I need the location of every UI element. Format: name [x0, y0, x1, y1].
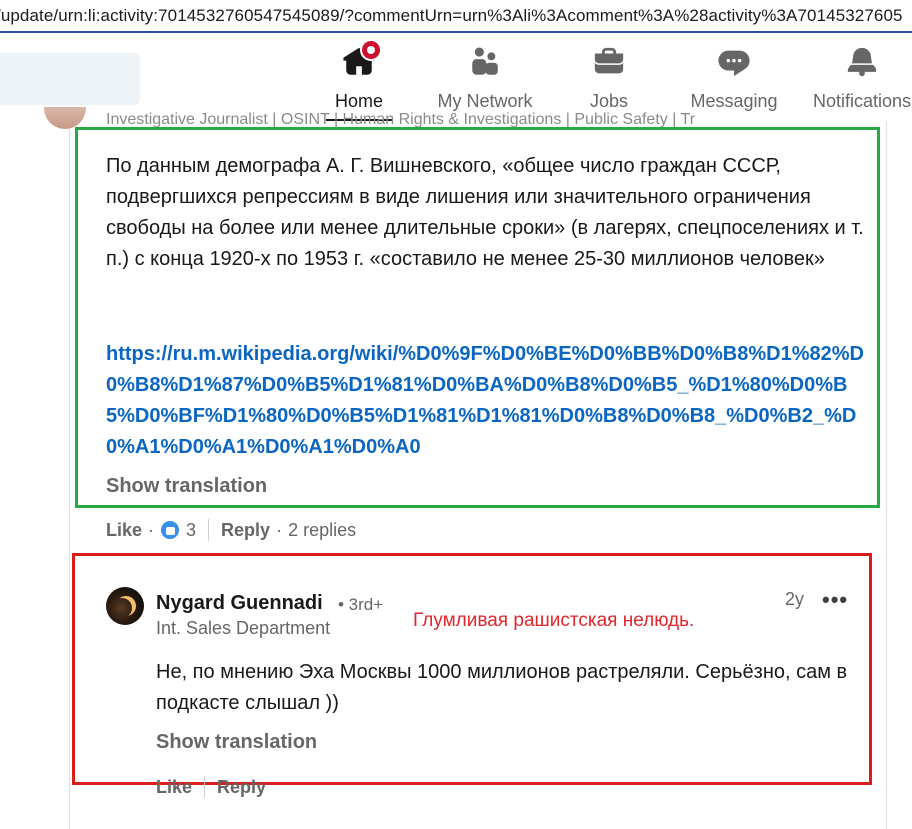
- more-options-icon[interactable]: •••: [822, 587, 848, 613]
- nav-my-network[interactable]: My Network: [430, 45, 540, 121]
- home-icon: [342, 39, 382, 79]
- briefcase-icon: [592, 45, 626, 79]
- nav-messaging[interactable]: Messaging: [686, 45, 782, 121]
- reply-text: Не, по мнению Эха Москвы 1000 миллионов …: [156, 661, 848, 714]
- nav-home-label: Home: [334, 91, 383, 111]
- nav-jobs-label: Jobs: [589, 91, 629, 111]
- wikipedia-link[interactable]: https://ru.m.wikipedia.org/wiki/%D0%9F%D…: [106, 339, 866, 463]
- reply-author-name[interactable]: Nygard Guennadi: [156, 592, 323, 615]
- replies-count[interactable]: 2 replies: [288, 520, 356, 541]
- comment-actions: Like · 3 Reply · 2 replies: [106, 517, 356, 543]
- chat-icon: [717, 45, 751, 79]
- people-icon: [468, 45, 502, 79]
- reply-button[interactable]: Reply: [221, 520, 270, 541]
- show-translation-button[interactable]: Show translation: [156, 731, 317, 754]
- nav-notifications[interactable]: Notifications: [804, 45, 912, 121]
- like-button[interactable]: Like: [156, 777, 192, 798]
- url-text[interactable]: /update/urn:li:activity:7014532760547545…: [0, 6, 903, 26]
- address-bar[interactable]: /update/urn:li:activity:7014532760547545…: [0, 0, 912, 33]
- thread-line: [69, 121, 70, 829]
- connection-degree: • 3rd+: [338, 595, 384, 614]
- reply-author-headline: Int. Sales Department: [156, 618, 331, 638]
- nav-home[interactable]: Home: [326, 39, 392, 121]
- global-nav: Home My Network Jobs Messaging Notificat…: [0, 35, 912, 121]
- separator-dot: ·: [148, 519, 155, 540]
- nav-messaging-label: Messaging: [690, 91, 778, 111]
- annotation-text: Глумливая рашистская нелюдь.: [413, 610, 695, 631]
- like-reaction-icon[interactable]: [160, 520, 181, 540]
- reply-timestamp: 2y: [785, 589, 805, 609]
- bell-icon: [845, 45, 879, 79]
- comment-thread: Investigative Journalist | OSINT | Human…: [0, 107, 912, 829]
- separator-dot: ·: [276, 519, 283, 540]
- like-button[interactable]: Like: [106, 520, 142, 541]
- comment-text: По данным демографа А. Г. Вишневского, «…: [106, 155, 864, 270]
- reaction-count[interactable]: 3: [186, 520, 196, 541]
- show-translation-button[interactable]: Show translation: [106, 475, 267, 498]
- divider: [204, 776, 206, 798]
- avatar[interactable]: [106, 587, 144, 625]
- nav-my-network-label: My Network: [437, 91, 533, 111]
- nav-notifications-label: Notifications: [812, 91, 912, 111]
- avatar[interactable]: [44, 107, 86, 129]
- divider: [208, 519, 210, 541]
- notification-badge: [360, 39, 382, 61]
- search-input[interactable]: [0, 53, 140, 105]
- nav-jobs[interactable]: Jobs: [578, 45, 640, 121]
- reply-button[interactable]: Reply: [217, 777, 266, 798]
- reply-actions: Like Reply: [156, 774, 266, 800]
- card-border: [886, 121, 887, 829]
